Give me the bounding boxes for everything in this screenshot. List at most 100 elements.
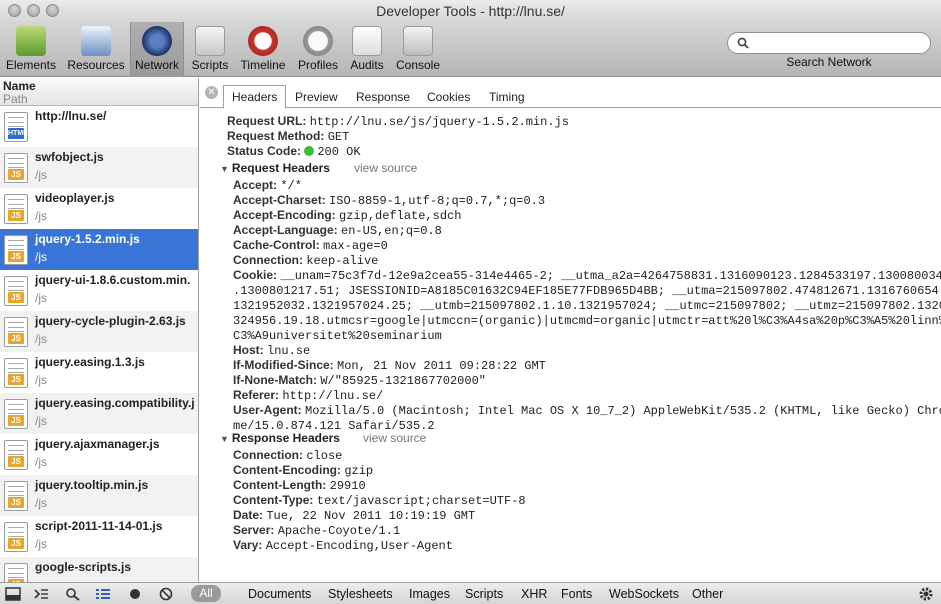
resource-path: /js (35, 250, 47, 264)
minimize-window-button[interactable] (27, 4, 40, 17)
header-value: http://lnu.se/ (282, 389, 384, 403)
dock-to-window-icon[interactable] (5, 587, 21, 601)
header-value: en-US,en;q=0.8 (341, 224, 442, 238)
resource-row[interactable]: JS jquery.easing.1.3.js/js (0, 352, 198, 393)
request-view-source-link[interactable]: view source (354, 161, 417, 175)
tab-headers[interactable]: Headers (223, 85, 287, 109)
tab-cookies[interactable]: Cookies (419, 86, 478, 108)
name-column-label: Name (3, 79, 36, 93)
response-headers-section[interactable]: ▼ Response Headers (220, 431, 340, 445)
tab-timing[interactable]: Timing (481, 86, 533, 108)
header-line: Date: Tue, 22 Nov 2011 10:19:19 GMT (233, 508, 475, 524)
clear-icon[interactable] (158, 587, 174, 601)
header-key: Host: (233, 343, 264, 357)
header-value: __unam=75c3f7d-12e9a2cea55-314e4465-2; _… (280, 269, 941, 283)
filter-fonts[interactable]: Fonts (561, 586, 592, 602)
scripts-panel-button[interactable]: Scripts (186, 22, 234, 77)
resource-row[interactable]: JS videoplayer.js/js (0, 188, 198, 229)
header-line: Server: Apache-Coyote/1.1 (233, 523, 400, 539)
js-file-icon: JS (4, 522, 28, 552)
close-window-button[interactable] (8, 4, 21, 17)
header-line: Content-Length: 29910 (233, 478, 366, 494)
resource-row[interactable]: JS jquery-cycle-plugin-2.63.js/js (0, 311, 198, 352)
header-line: Accept-Language: en-US,en;q=0.8 (233, 223, 442, 239)
header-key: Vary: (233, 538, 263, 552)
search-icon[interactable] (65, 587, 81, 601)
tab-response[interactable]: Response (348, 86, 418, 108)
resource-path: /js (35, 455, 47, 469)
resource-path: /js (35, 168, 47, 182)
header-line: User-Agent: Mozilla/5.0 (Macintosh; Inte… (233, 403, 941, 419)
console-drawer-icon[interactable] (33, 587, 49, 601)
header-key: Connection: (233, 448, 303, 462)
filter-xhr[interactable]: XHR (521, 586, 547, 602)
header-line: Host: lnu.se (233, 343, 310, 359)
filter-other[interactable]: Other (692, 586, 723, 602)
header-value: keep-alive (306, 254, 379, 268)
filter-all-button[interactable]: All (191, 585, 221, 602)
zoom-window-button[interactable] (46, 4, 59, 17)
resource-row[interactable]: JS jquery-ui-1.8.6.custom.min. /js (0, 270, 198, 311)
resource-path: /js (35, 209, 47, 223)
record-icon[interactable] (127, 587, 143, 601)
filter-stylesheets[interactable]: Stylesheets (328, 586, 393, 602)
js-file-icon: JS (4, 194, 28, 224)
settings-gear-icon[interactable] (918, 586, 934, 602)
js-file-icon: JS (4, 235, 28, 265)
js-file-icon: JS (4, 399, 28, 429)
search-input[interactable] (727, 32, 931, 54)
resource-name: jquery.easing.1.3.js (35, 355, 145, 369)
header-key: Content-Length: (233, 478, 327, 492)
header-line: 324956.19.18.utmcsr=google|utmccn=(organ… (233, 313, 941, 329)
network-panel-button[interactable]: Network (130, 22, 184, 77)
search-label: Search Network (786, 55, 872, 69)
resource-row[interactable]: JS jquery.easing.compatibility.j/js (0, 393, 198, 434)
response-view-source-link[interactable]: view source (363, 431, 426, 445)
js-file-icon: JS (4, 276, 28, 306)
header-key: Server: (233, 523, 275, 537)
resource-row[interactable]: HTML http://lnu.se/ (0, 106, 198, 147)
resource-name: jquery-1.5.2.min.js (35, 232, 140, 246)
console-panel-button[interactable]: Console (392, 22, 444, 77)
resource-path: /js (35, 537, 47, 551)
close-detail-icon[interactable]: ✕ (205, 86, 218, 99)
js-file-icon: JS (4, 317, 28, 347)
header-key: User-Agent: (233, 403, 302, 417)
header-key: If-None-Match: (233, 373, 317, 387)
header-key: Accept-Encoding: (233, 208, 336, 222)
resources-panel-button[interactable]: Resources (64, 22, 128, 77)
header-line: 1321952032.1321957024.25; __utmb=2150978… (233, 298, 941, 314)
timeline-panel-button[interactable]: Timeline (236, 22, 290, 77)
profiles-panel-button[interactable]: Profiles (294, 22, 342, 77)
resource-row[interactable]: JS jquery.ajaxmanager.js/js (0, 434, 198, 475)
audits-panel-button[interactable]: Audits (344, 22, 390, 77)
filter-images[interactable]: Images (409, 586, 450, 602)
resource-row[interactable]: JS swfobject.js/js (0, 147, 198, 188)
filter-websockets[interactable]: WebSockets (609, 586, 679, 602)
resource-row[interactable]: JS jquery-1.5.2.min.js/js (0, 229, 198, 270)
elements-panel-button[interactable]: Elements (0, 22, 62, 77)
list-column-header[interactable]: Name Path (0, 78, 198, 106)
window-titlebar: Developer Tools - http://lnu.se/ (0, 0, 941, 22)
resource-path: /js (35, 414, 47, 428)
request-headers-section[interactable]: ▼ Request Headers (220, 161, 330, 175)
js-file-icon: JS (4, 563, 28, 582)
filter-documents[interactable]: Documents (248, 586, 311, 602)
header-line: Content-Type: text/javascript;charset=UT… (233, 493, 526, 509)
resource-path: /js (35, 496, 47, 510)
resource-row[interactable]: JS google-scripts.js (0, 557, 198, 582)
disclosure-triangle-icon: ▼ (220, 164, 229, 174)
resource-row[interactable]: JS jquery.tooltip.min.js/js (0, 475, 198, 516)
tab-preview[interactable]: Preview (287, 86, 346, 108)
header-line: If-Modified-Since: Mon, 21 Nov 2011 09:2… (233, 358, 546, 374)
large-rows-icon[interactable] (95, 587, 111, 601)
header-line: C3%A9universitet%20seminarium (233, 328, 442, 344)
js-file-icon: JS (4, 153, 28, 183)
filter-scripts[interactable]: Scripts (465, 586, 503, 602)
resource-name: http://lnu.se/ (35, 109, 107, 123)
js-file-icon: JS (4, 440, 28, 470)
resource-name: videoplayer.js (35, 191, 115, 205)
resource-row[interactable]: JS script-2011-11-14-01.js/js (0, 516, 198, 557)
request-method-line: Request Method: GET (227, 129, 350, 144)
resource-name: jquery-ui-1.8.6.custom.min. (35, 273, 191, 287)
